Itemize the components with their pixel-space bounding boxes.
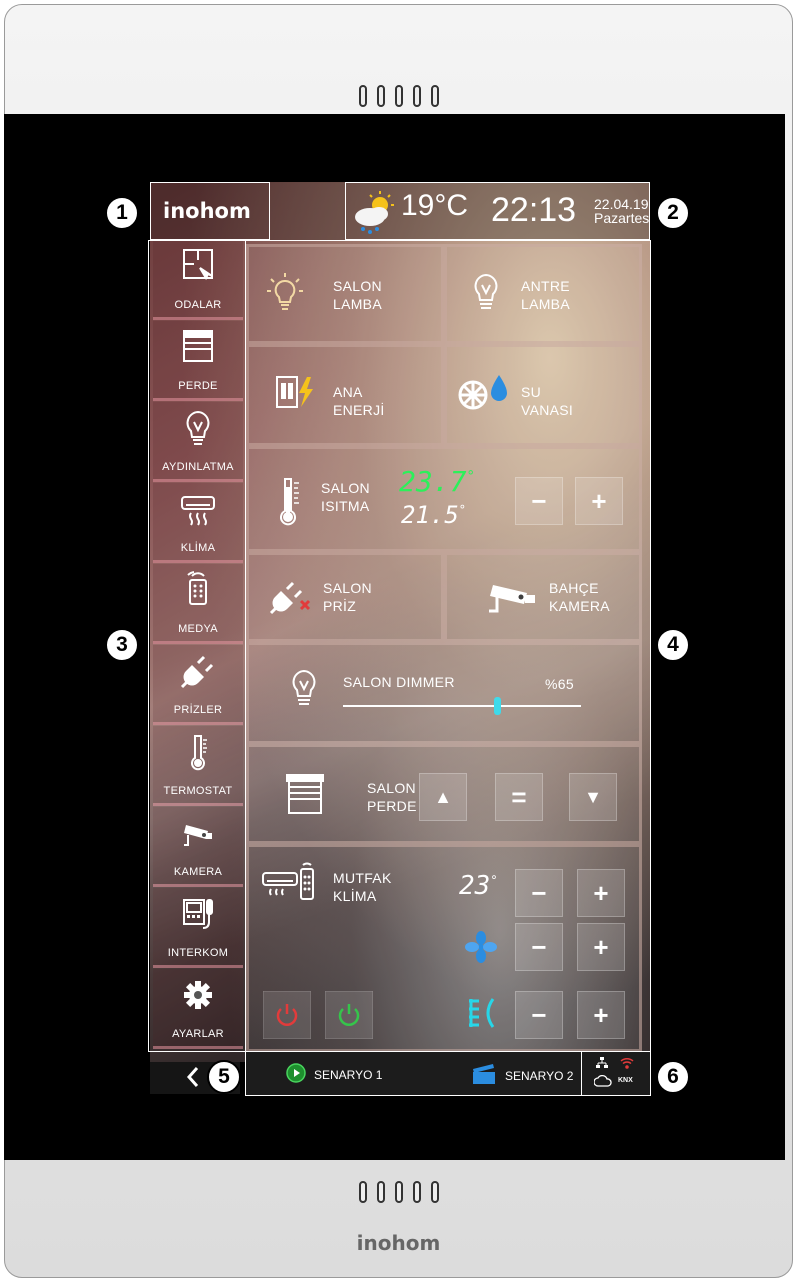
bottom-speaker-grille (358, 1181, 439, 1203)
scenario-label: SENARYO 1 (314, 1067, 383, 1082)
clock-time: 22:13 (491, 191, 577, 229)
callout-4: 4 (656, 628, 690, 662)
play-icon (286, 1063, 306, 1086)
callout-1: 1 (105, 196, 139, 230)
callout-frame-4 (245, 240, 651, 1052)
network-icon (596, 1056, 608, 1074)
callout-3: 3 (105, 628, 139, 662)
clock-date: 22.04.19 Pazartesi (594, 197, 650, 225)
top-speaker-grille (358, 85, 439, 107)
chevron-left-icon[interactable] (186, 1066, 200, 1093)
wifi-icon (620, 1056, 634, 1074)
callout-6: 6 (656, 1060, 690, 1094)
scenario-bar: SENARYO 1 SENARYO 2 KNX (245, 1051, 651, 1096)
temperature: 19°C (401, 189, 469, 222)
scenario-label: SENARYO 2 (505, 1068, 574, 1083)
weekday: Pazartesi (594, 210, 650, 226)
callout-frame-3 (148, 240, 246, 1052)
callout-5: 5 (207, 1060, 241, 1094)
bottom-bezel: inohom (5, 1163, 792, 1277)
partly-cloudy-rain-icon (352, 191, 398, 240)
weather-clock-area[interactable]: 19°C 22:13 22.04.19 Pazartesi (345, 182, 650, 240)
callout-frame-1 (150, 182, 270, 240)
device-brand-label: inohom (356, 1231, 441, 1255)
scenario-1-button[interactable]: SENARYO 1 (286, 1063, 382, 1086)
date-value: 22.04.19 (594, 196, 649, 212)
scenario-2-button[interactable]: SENARYO 2 (471, 1063, 573, 1088)
callout-2: 2 (656, 196, 690, 230)
clapperboard-icon (471, 1063, 497, 1088)
connection-status[interactable]: KNX (581, 1052, 651, 1095)
top-bezel (5, 5, 792, 123)
knx-label: KNX (618, 1077, 633, 1084)
cloud-icon (593, 1074, 612, 1092)
